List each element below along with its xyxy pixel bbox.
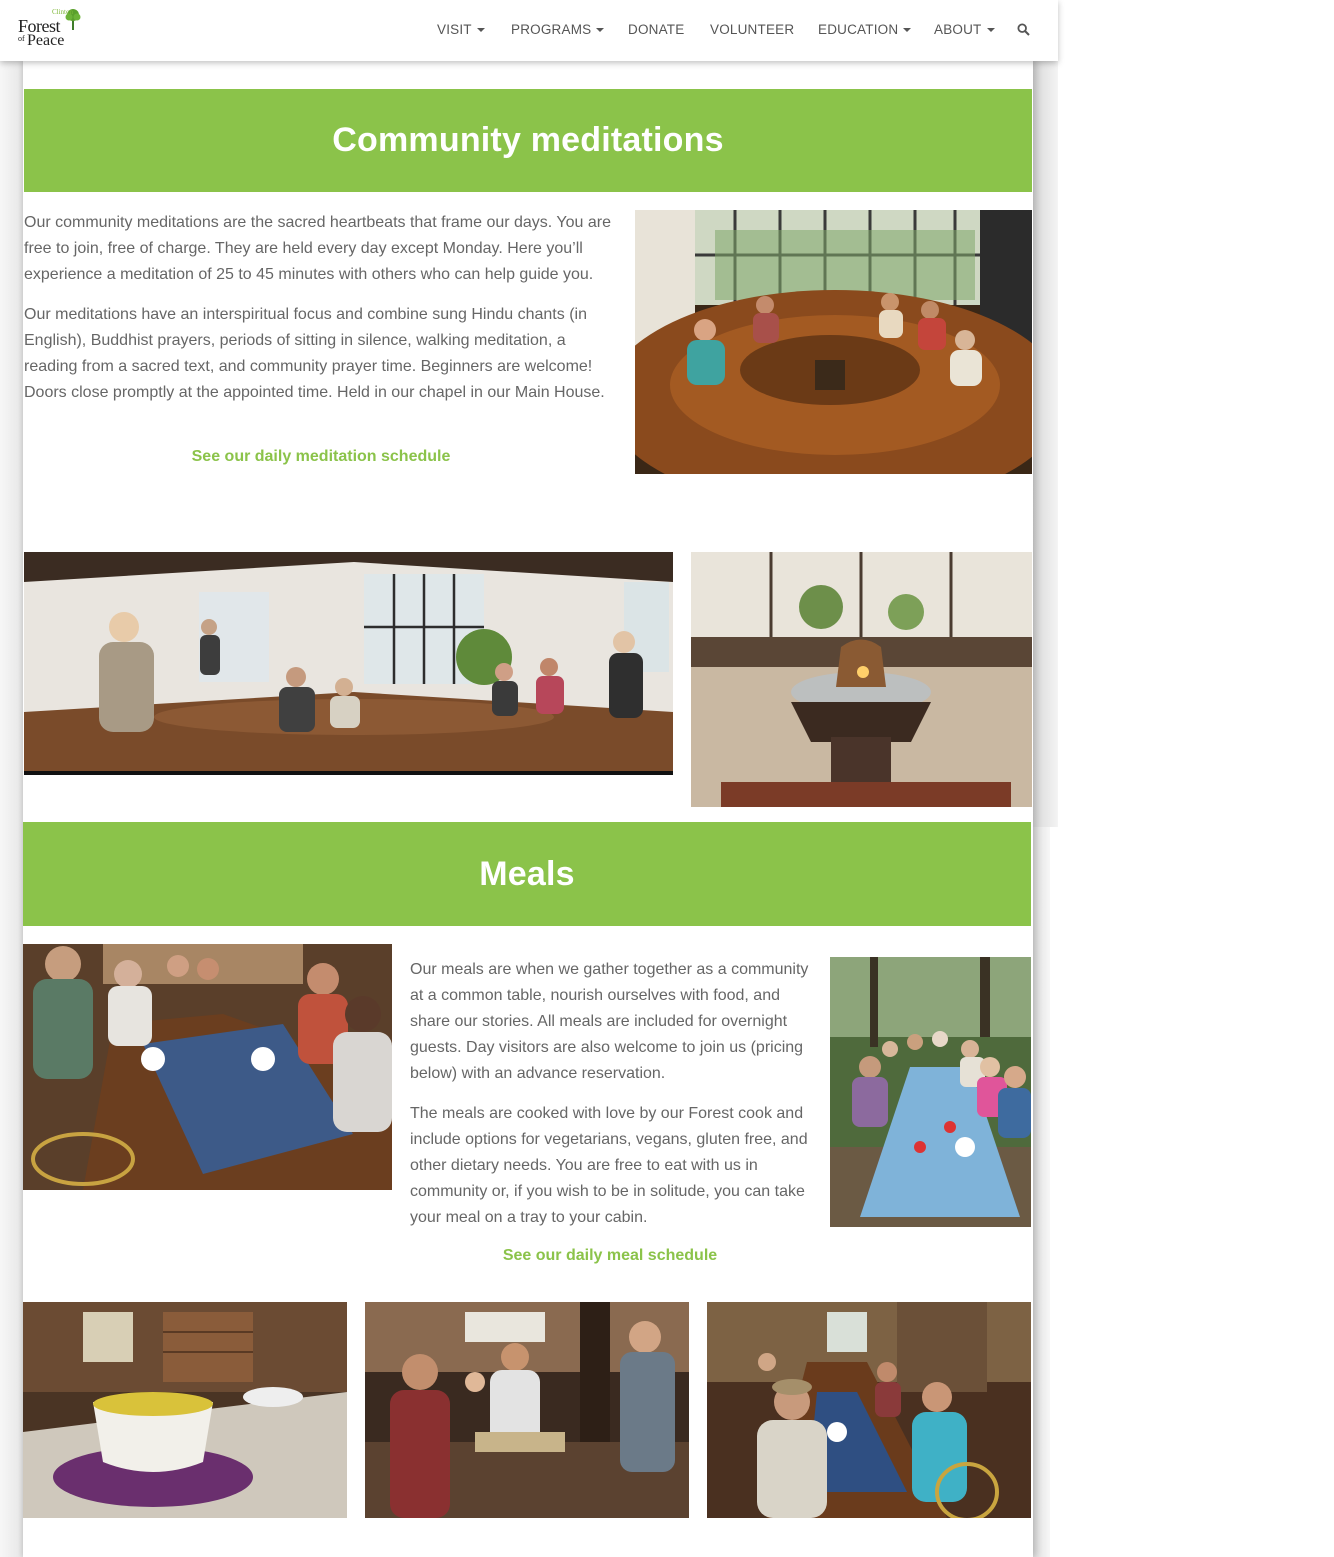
meals-long-table-photo xyxy=(707,1302,1031,1518)
left-page-shadow xyxy=(0,61,23,1557)
meditations-text: Our community meditations are the sacred… xyxy=(24,210,616,420)
meditation-altar-photo xyxy=(691,552,1032,807)
meditation-circle-photo xyxy=(635,210,1032,474)
nav-programs-label: PROGRAMS xyxy=(511,21,592,37)
meals-text: Our meals are when we gather together as… xyxy=(410,957,812,1245)
meals-paragraph-2: The meals are cooked with love by our Fo… xyxy=(410,1105,808,1226)
nav-education-label: EDUCATION xyxy=(818,21,899,37)
caret-down-icon xyxy=(596,28,605,32)
caret-down-icon xyxy=(476,28,485,32)
nav-about[interactable]: ABOUT xyxy=(934,20,995,38)
nav-education[interactable]: EDUCATION xyxy=(818,20,912,38)
nav-donate[interactable]: DONATE xyxy=(628,20,684,38)
meals-bowl-photo xyxy=(23,1302,347,1518)
caret-down-icon xyxy=(903,28,912,32)
right-page-shadow xyxy=(1033,61,1058,827)
meals-kitchen-photo xyxy=(365,1302,689,1518)
nav-visit[interactable]: VISIT xyxy=(437,20,485,38)
nav-programs[interactable]: PROGRAMS xyxy=(511,20,605,38)
nav-about-label: ABOUT xyxy=(934,21,982,37)
meditations-paragraph-1: Our community meditations are the sacred… xyxy=(24,214,611,283)
logo-small-text: Clinton xyxy=(52,8,74,16)
meditations-banner: Community meditations xyxy=(24,89,1032,192)
search-icon[interactable] xyxy=(1017,23,1030,36)
meals-paragraph-1: Our meals are when we gather together as… xyxy=(410,961,809,1082)
meditation-schedule-link[interactable]: See our daily meditation schedule xyxy=(24,448,618,466)
meditation-panorama-photo xyxy=(24,552,673,775)
meals-title: Meals xyxy=(479,854,575,893)
meal-schedule-link[interactable]: See our daily meal schedule xyxy=(410,1247,810,1265)
meals-outdoor-photo xyxy=(830,957,1031,1227)
logo-of-text: of xyxy=(18,34,25,43)
nav-volunteer[interactable]: VOLUNTEER xyxy=(710,20,794,38)
navbar: Clinton Forest of Peace VISIT PROGRAMS D… xyxy=(0,0,1058,61)
site-logo[interactable]: Clinton Forest of Peace xyxy=(16,6,86,52)
meditations-title: Community meditations xyxy=(332,121,724,159)
caret-down-icon xyxy=(986,28,995,32)
meals-dining-photo xyxy=(23,944,392,1190)
meditations-paragraph-2: Our meditations have an interspiritual f… xyxy=(24,306,605,401)
logo-peace-text: Peace xyxy=(27,32,65,49)
nav-volunteer-label: VOLUNTEER xyxy=(710,21,795,37)
right-page-shadow-lower xyxy=(1031,827,1050,1557)
nav-donate-label: DONATE xyxy=(628,21,685,37)
nav-visit-label: VISIT xyxy=(437,21,472,37)
meals-banner: Meals xyxy=(23,822,1031,926)
